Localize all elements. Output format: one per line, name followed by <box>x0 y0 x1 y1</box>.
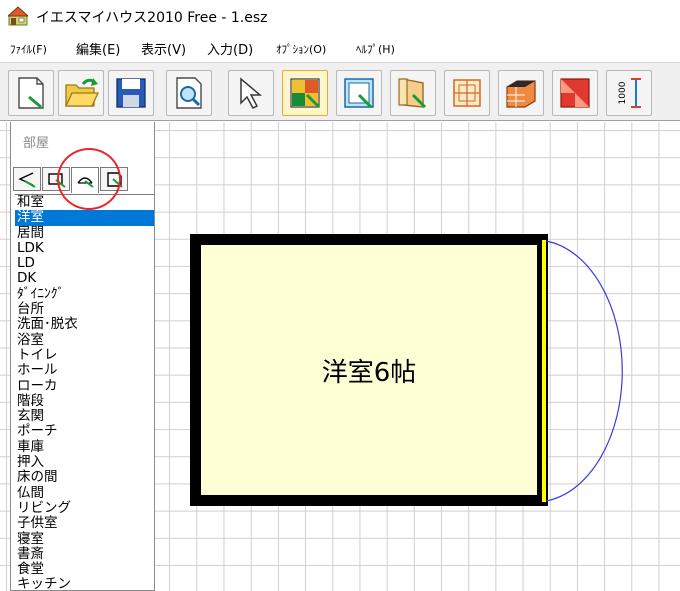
house-app-icon <box>8 6 28 26</box>
room-type-item[interactable]: 階段 <box>15 393 154 409</box>
room-type-item[interactable]: 洗面･脱衣 <box>15 317 154 333</box>
room-type-item[interactable]: 車庫 <box>15 439 154 455</box>
panel-title: 部屋 <box>23 136 50 151</box>
room-type-item[interactable]: トイレ <box>15 347 154 363</box>
menu-help[interactable]: ﾍﾙﾌﾟ(H) <box>356 41 395 57</box>
room-type-item[interactable]: 玄関 <box>15 408 154 424</box>
tab-custom-shape[interactable] <box>100 167 128 191</box>
room-type-item[interactable]: 仏間 <box>15 485 154 501</box>
menu-bar: ﾌｧｲﾙ(F) 編集(E) 表示(V) 入力(D) ｵﾌﾟｼｮﾝ(O) ﾍﾙﾌﾟ… <box>0 34 680 60</box>
tab-rect-shape[interactable] <box>42 167 70 191</box>
arc-shape-icon <box>77 177 94 188</box>
custom-shape-icon <box>107 172 123 188</box>
room-type-item[interactable]: ポーチ <box>15 424 154 440</box>
room-type-item[interactable]: 台所 <box>15 301 154 317</box>
room-type-item[interactable]: 浴室 <box>15 332 154 348</box>
dimension-button[interactable]: 1000 <box>606 70 652 116</box>
room-type-list[interactable]: 和室 洋室 居間 LDK LD DK ﾀﾞｲﾆﾝｸﾞ 台所 洗面･脱衣 浴室 トイレ ホール ローカ 階段… <box>15 194 154 591</box>
wall-3d-icon <box>506 80 536 108</box>
room-type-item[interactable]: 寝室 <box>15 531 154 547</box>
rect-shape-icon <box>48 173 66 188</box>
new-file-icon <box>18 77 44 109</box>
room-type-item[interactable]: 書斎 <box>15 546 154 562</box>
room-type-item[interactable]: キッチン <box>15 577 154 591</box>
room-type-item[interactable]: ﾀﾞｲﾆﾝｸﾞ <box>15 286 154 302</box>
room-type-item[interactable]: LDK <box>15 240 154 256</box>
door-tool-icon <box>398 78 427 109</box>
window-title: イエスマイハウス2010 Free - 1.esz <box>36 10 268 26</box>
room-type-item[interactable]: 洋室 <box>15 209 154 226</box>
room-type-item[interactable]: リビング <box>15 500 154 516</box>
menu-file[interactable]: ﾌｧｲﾙ(F) <box>10 41 47 57</box>
window-tool-icon <box>344 78 374 109</box>
menu-edit[interactable]: 編集(E) <box>76 39 120 58</box>
room-type-item[interactable]: 居間 <box>15 225 154 241</box>
save-button[interactable] <box>108 70 154 116</box>
open-folder-icon <box>64 78 99 107</box>
toolbar: 1000 <box>0 62 680 121</box>
shape-tabs <box>13 167 131 193</box>
wall-3d-button[interactable] <box>498 70 544 116</box>
preview-icon <box>176 77 202 109</box>
room-tool-icon <box>290 78 321 109</box>
menu-options[interactable]: ｵﾌﾟｼｮﾝ(O) <box>276 41 326 57</box>
room-type-item[interactable]: 和室 <box>15 195 154 210</box>
fixture-tool-icon <box>453 79 481 107</box>
menu-input[interactable]: 入力(D) <box>207 39 253 58</box>
room-type-item[interactable]: LD <box>15 255 154 271</box>
dimension-icon: 1000 <box>618 78 641 108</box>
menu-view[interactable]: 表示(V) <box>141 39 186 58</box>
room-type-item[interactable]: 床の間 <box>15 470 154 486</box>
angle-shape-icon <box>18 172 36 188</box>
room-type-item[interactable]: 食堂 <box>15 561 154 577</box>
svg-text:1000: 1000 <box>618 81 628 104</box>
window-tool-button[interactable] <box>336 70 382 116</box>
save-icon <box>116 78 146 108</box>
room-type-item[interactable]: ホール <box>15 362 154 378</box>
roof-button[interactable] <box>552 70 598 116</box>
room-type-item[interactable]: ローカ <box>15 378 154 394</box>
door-tool-button[interactable] <box>390 70 436 116</box>
room-panel: 部屋 和室 洋室 居間 LDK LD DK ﾀﾞｲﾆﾝｸﾞ 台所 洗面･脱衣 浴… <box>10 122 155 591</box>
new-file-button[interactable] <box>8 70 54 116</box>
open-button[interactable] <box>58 70 104 116</box>
title-bar: イエスマイハウス2010 Free - 1.esz <box>0 0 680 32</box>
tab-arc-shape[interactable] <box>71 167 99 193</box>
select-arrow-icon <box>240 77 263 109</box>
roof-icon <box>560 78 590 108</box>
room-type-item[interactable]: 子供室 <box>15 515 154 531</box>
room-type-item[interactable]: DK <box>15 271 154 287</box>
room-type-item[interactable]: 押入 <box>15 454 154 470</box>
tab-angle-shape[interactable] <box>13 167 41 191</box>
door-swing-arc <box>545 240 623 502</box>
room-label: 洋室6帖 <box>321 358 417 388</box>
select-button[interactable] <box>228 70 274 116</box>
fixture-tool-button[interactable] <box>444 70 490 116</box>
room-tool-button[interactable] <box>282 70 328 116</box>
preview-button[interactable] <box>166 70 212 116</box>
